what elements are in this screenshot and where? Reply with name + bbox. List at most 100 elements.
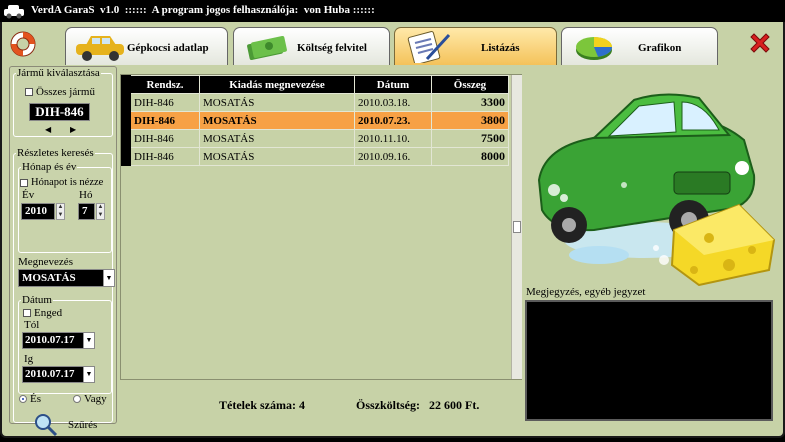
name-select-value: MOSATÁS <box>22 272 76 284</box>
cell-plate: DIH-846 <box>130 93 200 112</box>
all-vehicles-checkbox[interactable]: Összes jármű <box>25 86 95 98</box>
cell-plate: DIH-846 <box>130 147 200 166</box>
radio-dot[interactable] <box>73 395 81 404</box>
total-cost: Összköltség: 22 600 Ft. <box>356 398 479 413</box>
date-to-label: Ig <box>24 353 34 365</box>
row-indicator <box>121 93 131 112</box>
table-row[interactable]: DIH-846 MOSATÁS 2010.03.18. 3300 <box>121 93 509 112</box>
filter-panel: Jármű kiválasztása Összes jármű DIH-846 … <box>9 66 117 437</box>
cell-plate: DIH-846 <box>130 129 200 148</box>
magnifier-icon <box>35 414 58 437</box>
car-icon <box>76 36 124 61</box>
or-radio[interactable]: Vagy <box>73 393 107 405</box>
table-header-row: Rendsz. Kiadás megnevezése Dátum Összeg <box>121 75 509 94</box>
cell-description: MOSATÁS <box>199 111 355 130</box>
month-filter-checkbox[interactable]: Hónapot is nézze <box>20 177 103 188</box>
title-bar: VerdA GaraS v1.0 :::::: A program jogos … <box>0 0 785 22</box>
name-label: Megnevezés <box>18 256 73 268</box>
or-label: Vagy <box>84 393 107 405</box>
total-cost-label: Összköltség: <box>356 398 420 412</box>
row-indicator <box>121 129 131 148</box>
detailed-search-legend: Részletes keresés <box>17 147 94 159</box>
cell-date: 2010.03.18. <box>354 93 432 112</box>
window-title: VerdA GaraS v1.0 :::::: A program jogos … <box>31 4 375 16</box>
cell-description: MOSATÁS <box>199 147 355 166</box>
name-select[interactable]: MOSATÁS <box>18 269 115 287</box>
cell-description: MOSATÁS <box>199 129 355 148</box>
cell-amount: 3800 <box>431 111 509 130</box>
main-window: Gépkocsi adatlap Költség felvitel Listáz… <box>0 22 785 438</box>
chevron-down-icon[interactable]: ▼ <box>83 367 94 382</box>
cell-amount: 7500 <box>431 129 509 148</box>
cell-description: MOSATÁS <box>199 93 355 112</box>
expense-grid: Rendsz. Kiadás megnevezése Dátum Összeg … <box>120 74 522 380</box>
tab-vehicle-data-label: Gépkocsi adatlap <box>127 42 209 54</box>
year-input[interactable]: 2010 <box>21 203 55 220</box>
month-year-legend: Hónap és év <box>22 161 77 173</box>
cell-amount: 3300 <box>431 93 509 112</box>
table-row[interactable]: DIH-846 MOSATÁS 2010.11.10. 7500 <box>121 129 509 148</box>
and-label: És <box>30 393 41 405</box>
notes-label: Megjegyzés, egyéb jegyzet <box>526 286 646 298</box>
month-filter-label: Hónapot is nézze <box>31 177 104 188</box>
chevron-down-icon[interactable]: ▼ <box>103 270 114 286</box>
column-header-plate[interactable]: Rendsz. <box>130 75 200 94</box>
month-label: Hó <box>79 189 93 201</box>
year-label: Év <box>22 189 35 201</box>
total-cost-value: 22 600 Ft. <box>429 398 480 412</box>
column-header-description[interactable]: Kiadás megnevezése <box>199 75 355 94</box>
grid-scrollbar[interactable] <box>511 75 522 379</box>
date-legend: Dátum <box>22 294 52 306</box>
item-count-value: 4 <box>298 398 305 412</box>
column-header-amount[interactable]: Összeg <box>431 75 509 94</box>
notes-textarea[interactable] <box>525 300 773 421</box>
cell-amount: 8000 <box>431 147 509 166</box>
vehicle-next-button[interactable]: ▶ <box>70 125 76 134</box>
table-row-selected[interactable]: DIH-846 MOSATÁS 2010.07.23. 3800 <box>121 111 509 130</box>
tab-vehicle-data[interactable]: Gépkocsi adatlap <box>65 27 228 65</box>
date-enable-label: Enged <box>34 307 63 319</box>
cell-date: 2010.07.23. <box>354 111 432 130</box>
filter-button-label: Szűrés <box>68 419 98 431</box>
tab-listing[interactable]: Listázás <box>394 27 557 65</box>
and-radio[interactable]: És <box>19 393 41 405</box>
tab-cost-entry[interactable]: Költség felvitel <box>233 27 390 65</box>
pie-chart-icon <box>576 37 613 60</box>
close-icon[interactable] <box>747 30 773 56</box>
month-input[interactable]: 7 <box>78 203 95 220</box>
cell-date: 2010.09.16. <box>354 147 432 166</box>
date-from-label: Tól <box>24 319 40 331</box>
item-count-label: Tételek száma: <box>219 398 296 412</box>
clipboard-icon <box>407 31 451 63</box>
checkbox-box[interactable] <box>23 309 31 318</box>
tab-chart[interactable]: Grafikon <box>561 27 718 65</box>
column-header-date[interactable]: Dátum <box>354 75 432 94</box>
vehicle-prev-button[interactable]: ◀ <box>45 125 51 134</box>
vehicle-group-legend: Jármű kiválasztása <box>17 67 100 79</box>
row-indicator <box>121 111 131 130</box>
expense-table: Rendsz. Kiadás megnevezése Dátum Összeg … <box>121 75 509 166</box>
all-vehicles-label: Összes jármű <box>36 86 95 98</box>
cell-plate: DIH-846 <box>130 111 200 130</box>
checkbox-box[interactable] <box>20 178 28 187</box>
row-indicator <box>121 147 131 166</box>
lifebuoy-icon[interactable] <box>9 30 37 58</box>
tab-chart-label: Grafikon <box>638 42 682 54</box>
car-wash-illustration <box>537 93 776 286</box>
vehicle-plate-display: DIH-846 <box>29 103 90 121</box>
tab-listing-label: Listázás <box>481 42 520 54</box>
row-indicator-header <box>121 75 131 94</box>
checkbox-box[interactable] <box>25 88 33 97</box>
month-spinner[interactable]: ▲ ▼ <box>96 203 105 220</box>
tab-cost-entry-label: Költség felvitel <box>297 42 367 54</box>
vehicle-group: Jármű kiválasztása <box>13 67 113 137</box>
item-count: Tételek száma: 4 <box>219 398 305 413</box>
app-car-icon <box>4 5 24 19</box>
radio-dot[interactable] <box>19 395 27 404</box>
date-enable-checkbox[interactable]: Enged <box>23 307 62 319</box>
year-spinner[interactable]: ▲ ▼ <box>56 203 65 220</box>
chevron-down-icon[interactable]: ▼ <box>83 333 94 348</box>
scrollbar-thumb[interactable] <box>513 221 521 233</box>
money-icon <box>247 36 287 60</box>
table-row[interactable]: DIH-846 MOSATÁS 2010.09.16. 8000 <box>121 147 509 166</box>
